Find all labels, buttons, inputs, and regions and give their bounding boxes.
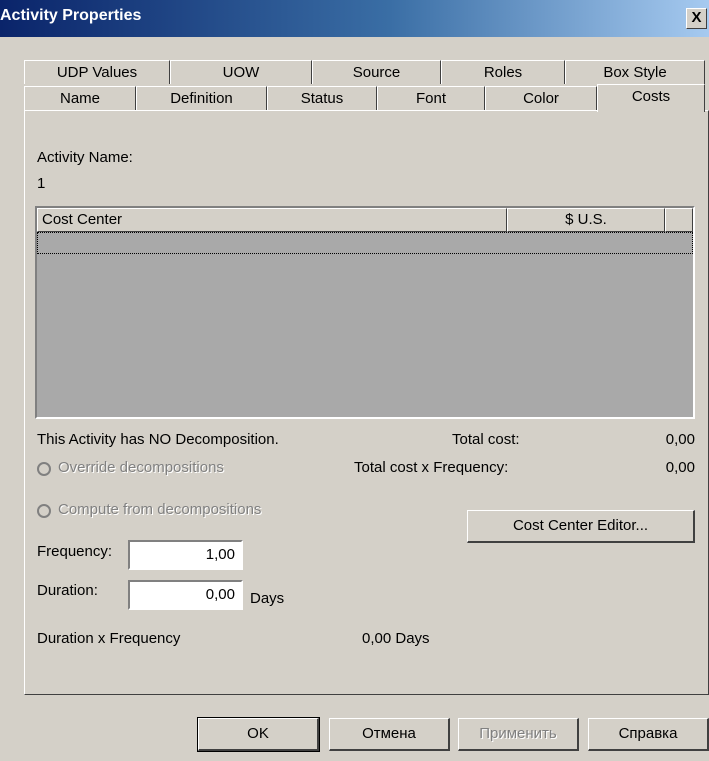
- total-cost-label: Total cost:: [452, 431, 520, 448]
- tab-status[interactable]: Status: [267, 86, 377, 110]
- tab-definition[interactable]: Definition: [136, 86, 267, 110]
- help-button[interactable]: Справка: [588, 718, 709, 751]
- grid-row[interactable]: [37, 232, 693, 254]
- window-title: Activity Properties: [0, 7, 142, 24]
- decomposition-text: This Activity has NO Decomposition.: [37, 431, 279, 448]
- tab-font[interactable]: Font: [377, 86, 485, 110]
- close-button[interactable]: X: [686, 8, 707, 29]
- cost-center-grid[interactable]: Cost Center $ U.S.: [35, 206, 695, 419]
- override-label[interactable]: Override decompositions: [58, 459, 224, 476]
- total-freq-value: 0,00: [665, 459, 695, 476]
- duration-freq-label: Duration x Frequency: [37, 630, 181, 647]
- tab-name[interactable]: Name: [24, 86, 136, 110]
- column-header-cost-center[interactable]: Cost Center: [37, 208, 507, 232]
- frequency-field[interactable]: 1,00: [128, 540, 243, 570]
- activity-name-value: 1: [37, 175, 46, 192]
- ok-button[interactable]: OK: [197, 717, 320, 752]
- duration-label: Duration:: [37, 582, 98, 599]
- tab-costs[interactable]: Costs: [597, 84, 705, 112]
- apply-button[interactable]: Применить: [458, 718, 579, 751]
- tab-udp-values[interactable]: UDP Values: [24, 60, 170, 84]
- cost-center-editor-button[interactable]: Cost Center Editor...: [467, 510, 695, 543]
- override-radio[interactable]: [37, 462, 51, 476]
- duration-freq-value: 0,00 Days: [362, 630, 430, 647]
- total-freq-label: Total cost x Frequency:: [354, 459, 509, 476]
- activity-name-label: Activity Name:: [37, 149, 133, 166]
- compute-radio[interactable]: [37, 504, 51, 518]
- column-header-empty: [665, 208, 693, 232]
- column-header-usd[interactable]: $ U.S.: [507, 208, 665, 232]
- tab-color[interactable]: Color: [485, 86, 597, 110]
- tab-roles[interactable]: Roles: [441, 60, 565, 84]
- duration-unit: Days: [250, 590, 285, 607]
- compute-label[interactable]: Compute from decompositions: [58, 501, 261, 518]
- duration-field[interactable]: 0,00: [128, 580, 243, 610]
- tab-uow[interactable]: UOW: [170, 60, 312, 84]
- frequency-label: Frequency:: [37, 543, 113, 560]
- tab-box-style[interactable]: Box Style: [565, 60, 705, 84]
- tab-source[interactable]: Source: [312, 60, 441, 84]
- cancel-button[interactable]: Отмена: [329, 718, 450, 751]
- total-cost-value: 0,00: [665, 431, 695, 448]
